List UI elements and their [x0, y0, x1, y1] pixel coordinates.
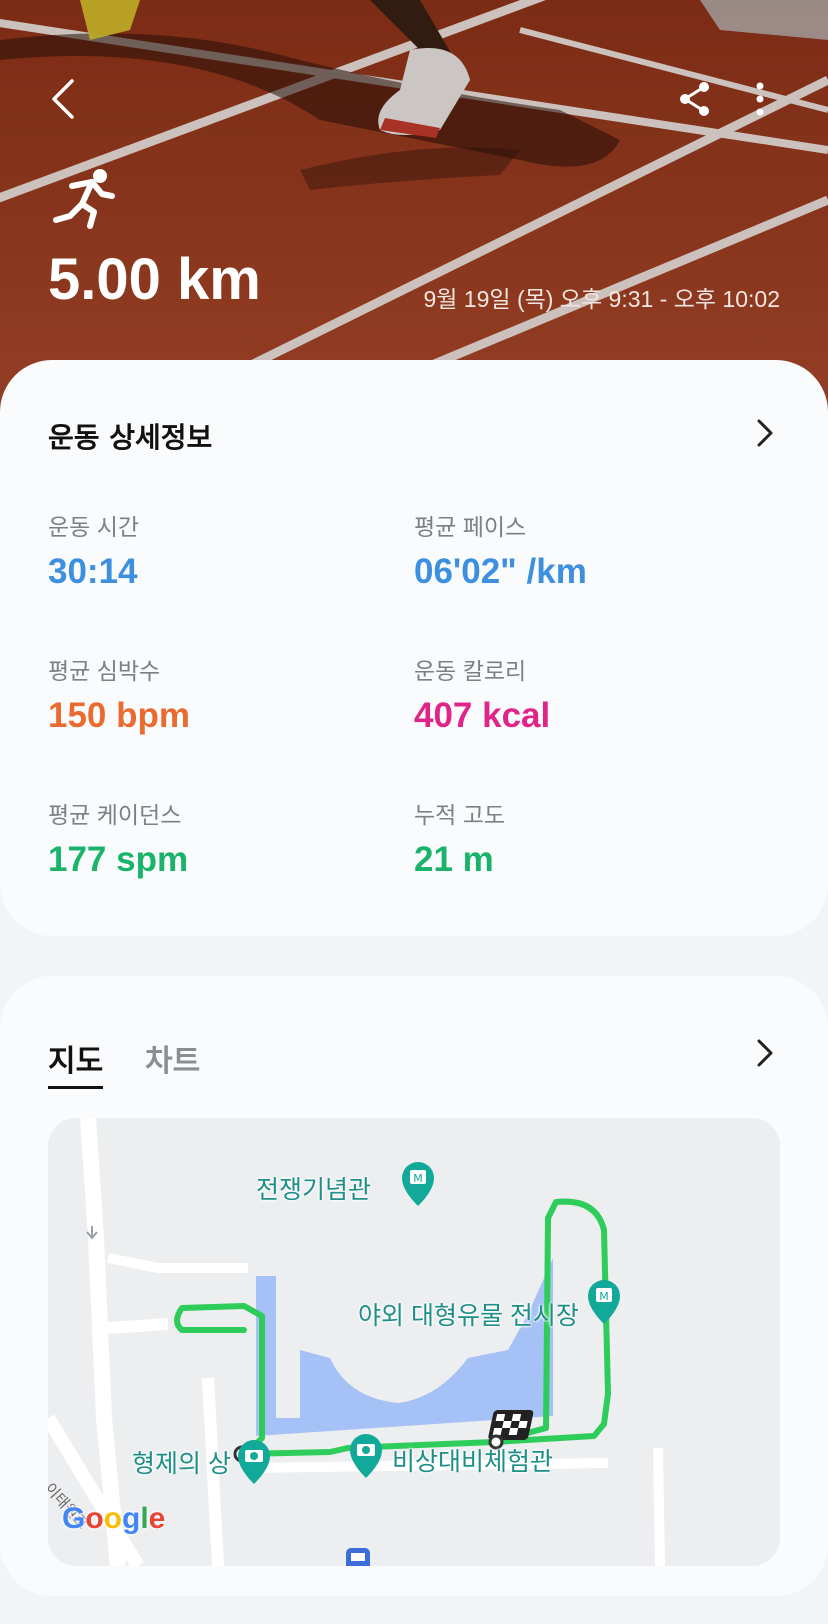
stat-label: 누적 고도 — [414, 802, 506, 828]
track-background-image — [0, 0, 828, 420]
workout-details-title: 운동 상세정보 — [48, 421, 213, 454]
tab-chart[interactable]: 차트 — [145, 1036, 200, 1086]
stat-calories: 운동 칼로리 407 kcal — [414, 652, 754, 736]
stat-label: 평균 페이스 — [414, 514, 527, 540]
route-map[interactable]: M M 전쟁기념관 야외 대형유물 전시장 형제의 상 비상대비체험관 이태원로… — [48, 1118, 780, 1566]
bus-stop-icon — [346, 1548, 370, 1566]
chevron-right-icon — [757, 419, 773, 447]
total-distance: 5.00 km — [48, 247, 261, 312]
google-logo: Google — [62, 1502, 166, 1535]
poi-outdoor-exhibit[interactable]: 야외 대형유물 전시장 — [358, 1296, 579, 1332]
map-more-button[interactable] — [750, 1036, 780, 1070]
stat-value: 150 bpm — [48, 696, 190, 735]
stat-value: 21 m — [414, 840, 494, 879]
stat-value: 407 kcal — [414, 696, 551, 735]
poi-war-memorial[interactable]: 전쟁기념관 — [256, 1170, 371, 1206]
poi-brothers-statue[interactable]: 형제의 상 — [132, 1444, 231, 1480]
stat-average-cadence: 평균 케이던스 177 spm — [48, 796, 388, 880]
more-vertical-icon — [756, 82, 764, 116]
details-more-button[interactable] — [750, 416, 780, 450]
stat-workout-time: 운동 시간 30:14 — [48, 508, 388, 592]
hero-banner: 5.00 km 9월 19일 (목) 오후 9:31 - 오후 10:02 — [0, 0, 828, 420]
map-canvas: M M — [48, 1118, 665, 1566]
stat-average-heart-rate: 평균 심박수 150 bpm — [48, 652, 388, 736]
stat-value: 06'02" /km — [414, 552, 587, 591]
running-icon — [53, 169, 115, 229]
stat-label: 운동 칼로리 — [414, 658, 527, 684]
camera-pin-icon — [238, 1440, 270, 1484]
more-options-button[interactable] — [740, 74, 780, 124]
chevron-right-icon — [757, 1039, 773, 1067]
stat-value: 30:14 — [48, 552, 138, 591]
svg-text:M: M — [599, 1290, 609, 1303]
stat-elevation-gain: 누적 고도 21 m — [414, 796, 754, 880]
share-button[interactable] — [672, 74, 718, 124]
stat-average-pace: 평균 페이스 06'02" /km — [414, 508, 754, 592]
stat-label: 운동 시간 — [48, 514, 140, 540]
svg-text:M: M — [413, 1172, 423, 1185]
back-arrow-icon — [52, 79, 74, 119]
back-button[interactable] — [38, 68, 88, 130]
stat-label: 평균 심박수 — [48, 658, 161, 684]
workout-details-card: 운동 상세정보 운동 시간 30:14 평균 페이스 06'02" /km 평균… — [0, 360, 828, 936]
workout-datetime: 9월 19일 (목) 오후 9:31 - 오후 10:02 — [423, 286, 780, 312]
poi-emergency-hall[interactable]: 비상대비체험관 — [392, 1442, 553, 1478]
share-icon — [680, 82, 709, 116]
map-chart-card: 지도 차트 M M 전쟁기념관 야외 대형유물 전시장 형제의 상 비상대비체험… — [0, 976, 828, 1596]
museum-pin-icon: M — [402, 1162, 434, 1206]
stat-label: 평균 케이던스 — [48, 802, 182, 828]
stat-value: 177 spm — [48, 840, 189, 879]
tab-map[interactable]: 지도 — [48, 1036, 104, 1089]
museum-pin-icon: M — [588, 1280, 620, 1324]
